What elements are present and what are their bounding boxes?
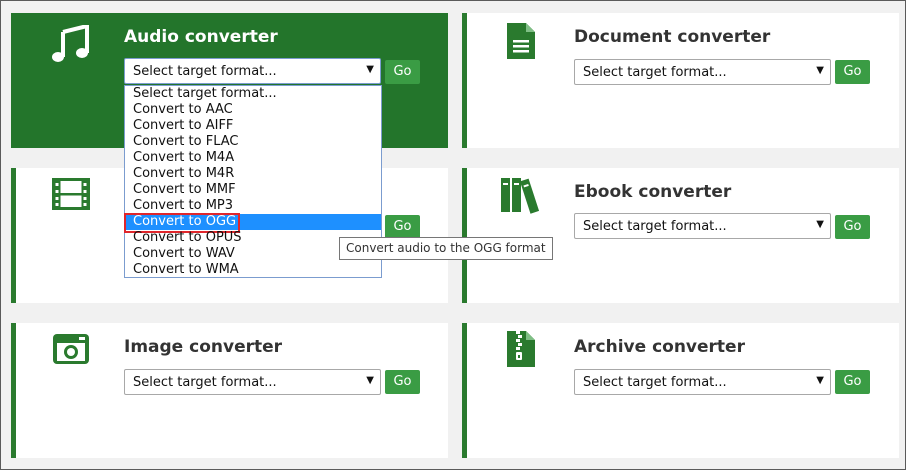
card-title-document: Document converter	[574, 27, 771, 47]
select-value: Select target format...	[133, 64, 277, 79]
document-format-select[interactable]: Select target format... ▼	[574, 59, 831, 85]
dropdown-option-mp3[interactable]: Convert to MP3	[125, 198, 381, 214]
go-button-archive[interactable]: Go	[835, 370, 870, 394]
archive-format-select[interactable]: Select target format... ▼	[574, 369, 831, 395]
chevron-down-icon: ▼	[816, 375, 824, 386]
option-tooltip: Convert audio to the OGG format	[339, 237, 553, 260]
go-button-video[interactable]: Go	[385, 215, 420, 239]
zip-file-icon	[507, 331, 535, 367]
dropdown-option-placeholder[interactable]: Select target format...	[125, 86, 381, 102]
card-title-ebook: Ebook converter	[574, 182, 732, 202]
dropdown-option-m4r[interactable]: Convert to M4R	[125, 166, 381, 182]
document-converter-card: Document converter Select target format.…	[462, 13, 899, 148]
camera-icon	[52, 333, 90, 365]
dropdown-option-aac[interactable]: Convert to AAC	[125, 102, 381, 118]
dropdown-option-flac[interactable]: Convert to FLAC	[125, 134, 381, 150]
select-value: Select target format...	[583, 65, 727, 80]
select-value: Select target format...	[583, 219, 727, 234]
document-icon	[507, 23, 535, 59]
film-icon	[52, 178, 90, 210]
dropdown-option-aiff[interactable]: Convert to AIFF	[125, 118, 381, 134]
books-icon	[500, 176, 542, 214]
go-button-document[interactable]: Go	[835, 60, 870, 84]
image-format-select[interactable]: Select target format... ▼	[124, 369, 381, 395]
go-button-image[interactable]: Go	[385, 370, 420, 394]
chevron-down-icon: ▼	[816, 219, 824, 230]
go-button-ebook[interactable]: Go	[835, 215, 870, 239]
dropdown-option-m4a[interactable]: Convert to M4A	[125, 150, 381, 166]
select-value: Select target format...	[133, 375, 277, 390]
card-title-archive: Archive converter	[574, 337, 745, 357]
dropdown-option-mmf[interactable]: Convert to MMF	[125, 182, 381, 198]
archive-converter-card: Archive converter Select target format..…	[462, 323, 899, 458]
ebook-converter-card: Ebook converter Select target format... …	[462, 168, 899, 303]
select-value: Select target format...	[583, 375, 727, 390]
ebook-format-select[interactable]: Select target format... ▼	[574, 213, 831, 239]
audio-format-select[interactable]: Select target format... ▼	[124, 58, 381, 84]
chevron-down-icon: ▼	[816, 65, 824, 76]
chevron-down-icon: ▼	[366, 64, 374, 75]
dropdown-option-wma[interactable]: Convert to WMA	[125, 262, 381, 278]
chevron-down-icon: ▼	[366, 375, 374, 386]
card-title-audio: Audio converter	[124, 27, 278, 47]
go-button-audio[interactable]: Go	[385, 60, 420, 84]
card-title-image: Image converter	[124, 337, 283, 357]
dropdown-option-ogg[interactable]: Convert to OGG	[124, 213, 381, 233]
image-converter-card: Image converter Select target format... …	[11, 323, 448, 458]
music-note-icon	[51, 25, 91, 63]
